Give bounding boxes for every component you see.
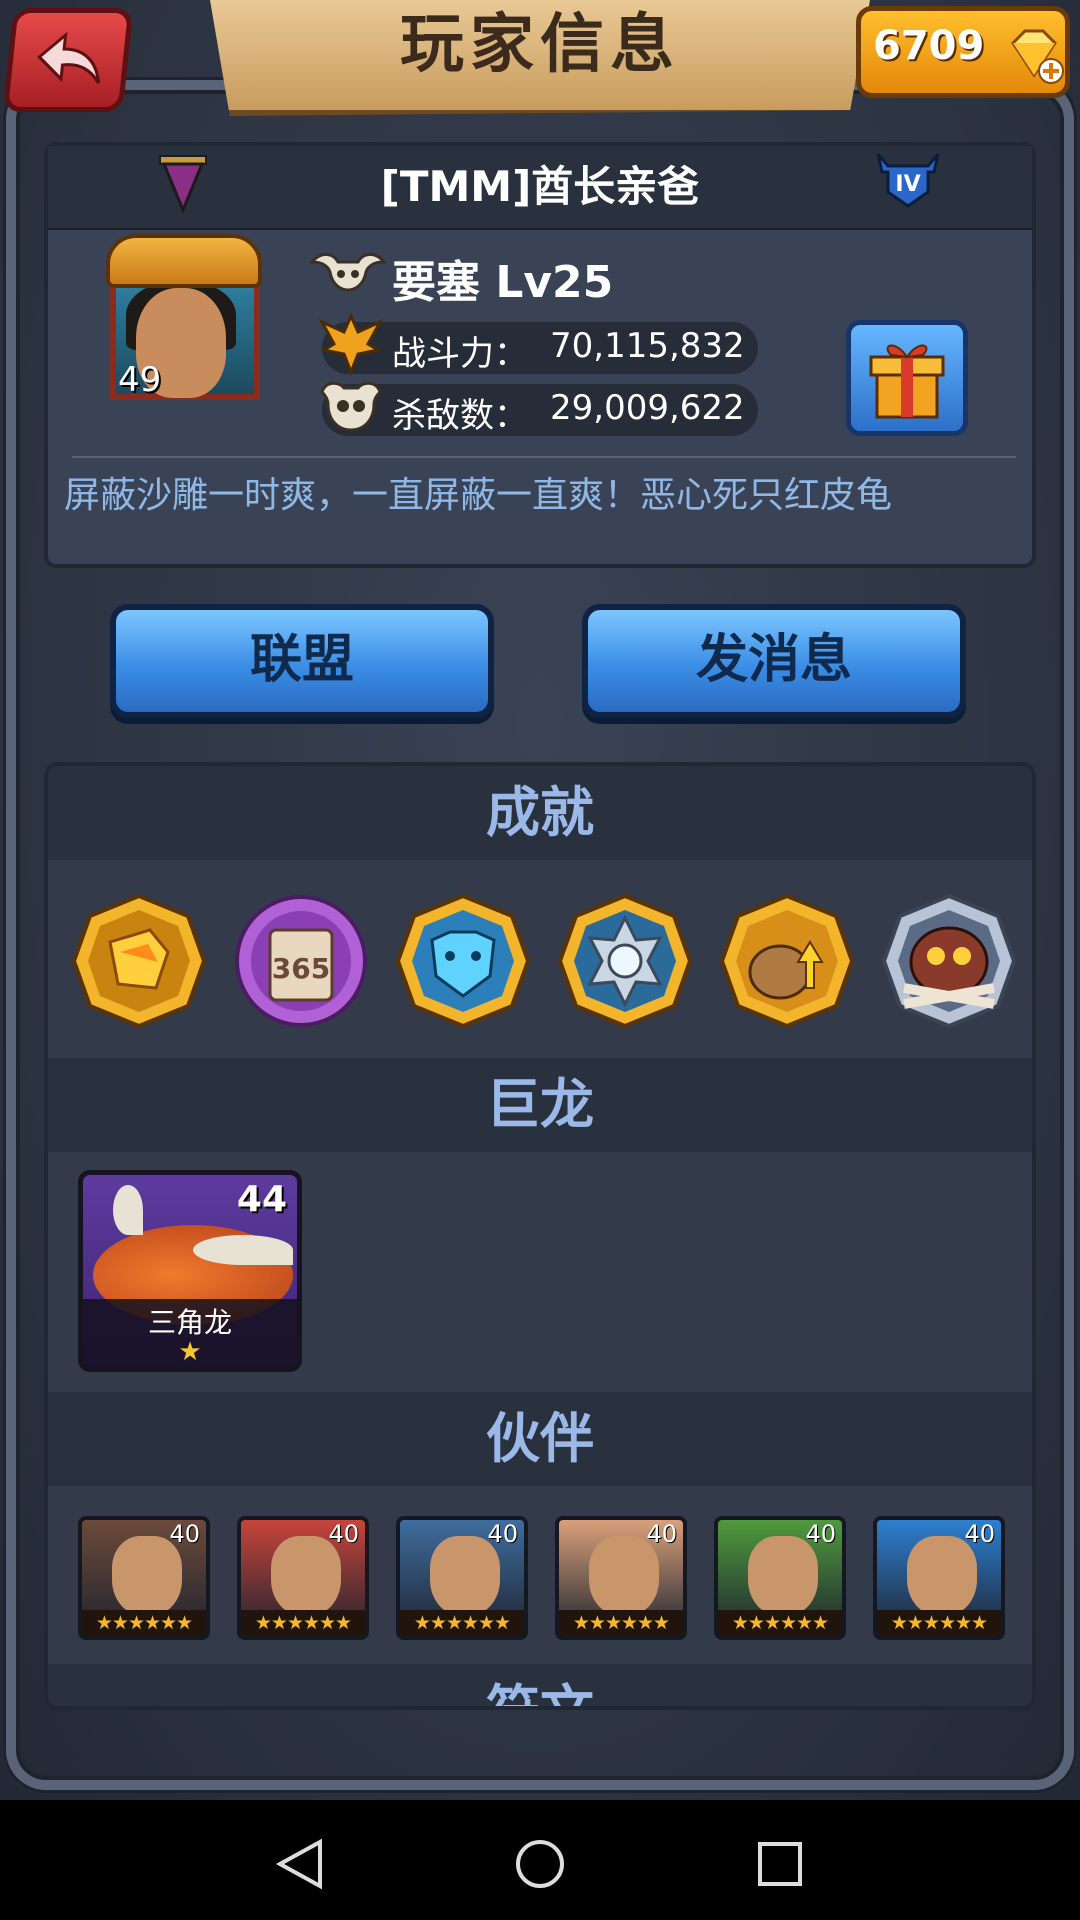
partner-portrait [112, 1536, 182, 1616]
partner-card[interactable]: 40 ★★★★★★ [78, 1516, 210, 1640]
dragon-star: ★ [178, 1337, 202, 1367]
avatar-frame-crown [106, 234, 262, 288]
skull-kills-icon [320, 381, 382, 432]
owl-skull-icon[interactable] [880, 892, 1018, 1030]
dragon-spike [113, 1185, 143, 1235]
partner-level: 40 [487, 1520, 518, 1548]
dragon-card[interactable]: 44 三角龙 ★ [78, 1170, 302, 1372]
kills-value: 29,009,622 [550, 388, 745, 428]
profile-divider [72, 456, 1016, 458]
dragon-level: 44 [236, 1179, 287, 1220]
player-motto: 屏蔽沙雕一时爽，一直屏蔽一直爽！恶心死只红皮龟 [64, 475, 893, 516]
dragons-header: 巨龙 [48, 1058, 1032, 1152]
partner-level: 40 [328, 1520, 359, 1548]
partners-header: 伙伴 [48, 1392, 1032, 1486]
phoenix-power-icon [318, 312, 384, 376]
gem-counter[interactable]: 6709 [856, 6, 1070, 98]
rank-label: IV [895, 172, 920, 197]
nav-home-icon[interactable] [514, 1838, 566, 1890]
steel-gear-icon[interactable] [556, 892, 694, 1030]
kills-label: 杀敌数： [392, 396, 528, 436]
blue-beast-icon[interactable] [394, 892, 532, 1030]
partner-card[interactable]: 40 ★★★★★★ [396, 1516, 528, 1640]
partner-level: 40 [805, 1520, 836, 1548]
partner-portrait [907, 1536, 977, 1616]
page-title: 玩家信息 [400, 8, 680, 82]
calendar-365-text: 365 [272, 952, 330, 985]
partner-level: 40 [646, 1520, 677, 1548]
avatar[interactable]: 49 [100, 230, 266, 408]
gold-shards-icon[interactable] [70, 892, 208, 1030]
power-label: 战斗力： [392, 334, 528, 374]
power-value: 70,115,832 [550, 326, 745, 366]
partner-stars: ★★★★★★ [877, 1610, 1001, 1636]
partner-card[interactable]: 40 ★★★★★★ [237, 1516, 369, 1640]
partner-card[interactable]: 40 ★★★★★★ [873, 1516, 1005, 1640]
alliance-button[interactable]: 联盟 [110, 604, 494, 718]
calendar-365-icon[interactable]: 365 [232, 892, 370, 1030]
back-button[interactable] [2, 8, 134, 112]
partner-portrait [589, 1536, 659, 1616]
partner-card[interactable]: 40 ★★★★★★ [555, 1516, 687, 1640]
achievements-header: 成就 [48, 766, 1032, 860]
gift-box-icon [869, 344, 945, 419]
partner-level: 40 [169, 1520, 200, 1548]
partner-stars: ★★★★★★ [400, 1610, 524, 1636]
dragon-name: 三角龙 [147, 1306, 232, 1339]
fortress-level: 要塞 Lv25 [392, 257, 614, 308]
partner-portrait [430, 1536, 500, 1616]
gem-count: 6709 [873, 23, 985, 69]
partner-stars: ★★★★★★ [241, 1610, 365, 1636]
partner-card[interactable]: 40 ★★★★★★ [714, 1516, 846, 1640]
partner-level: 40 [964, 1520, 995, 1548]
partner-portrait [748, 1536, 818, 1616]
nav-back-icon[interactable] [274, 1838, 326, 1890]
runes-header: 符文 [48, 1664, 1032, 1706]
resource-bag-icon[interactable] [718, 892, 856, 1030]
message-button[interactable]: 发消息 [582, 604, 966, 718]
rank-badge-icon: IV [876, 153, 940, 208]
partner-stars: ★★★★★★ [718, 1610, 842, 1636]
system-nav-bar [0, 1800, 1080, 1920]
back-arrow-icon [37, 31, 101, 84]
diamond-plus-icon [1011, 29, 1064, 84]
avatar-level: 49 [118, 360, 162, 400]
partner-stars: ★★★★★★ [82, 1610, 206, 1636]
horned-skull-icon [310, 253, 386, 292]
dragon-horn [193, 1235, 293, 1265]
gift-button[interactable] [846, 320, 968, 436]
info-sections[interactable]: 成就 365 巨龙 44 三角龙 ★ 伙伴 40 ★★★★★★ 40 ★★★★★… [44, 762, 1036, 1710]
nav-recents-icon[interactable] [754, 1838, 806, 1890]
partner-stars: ★★★★★★ [559, 1610, 683, 1636]
partner-portrait [271, 1536, 341, 1616]
